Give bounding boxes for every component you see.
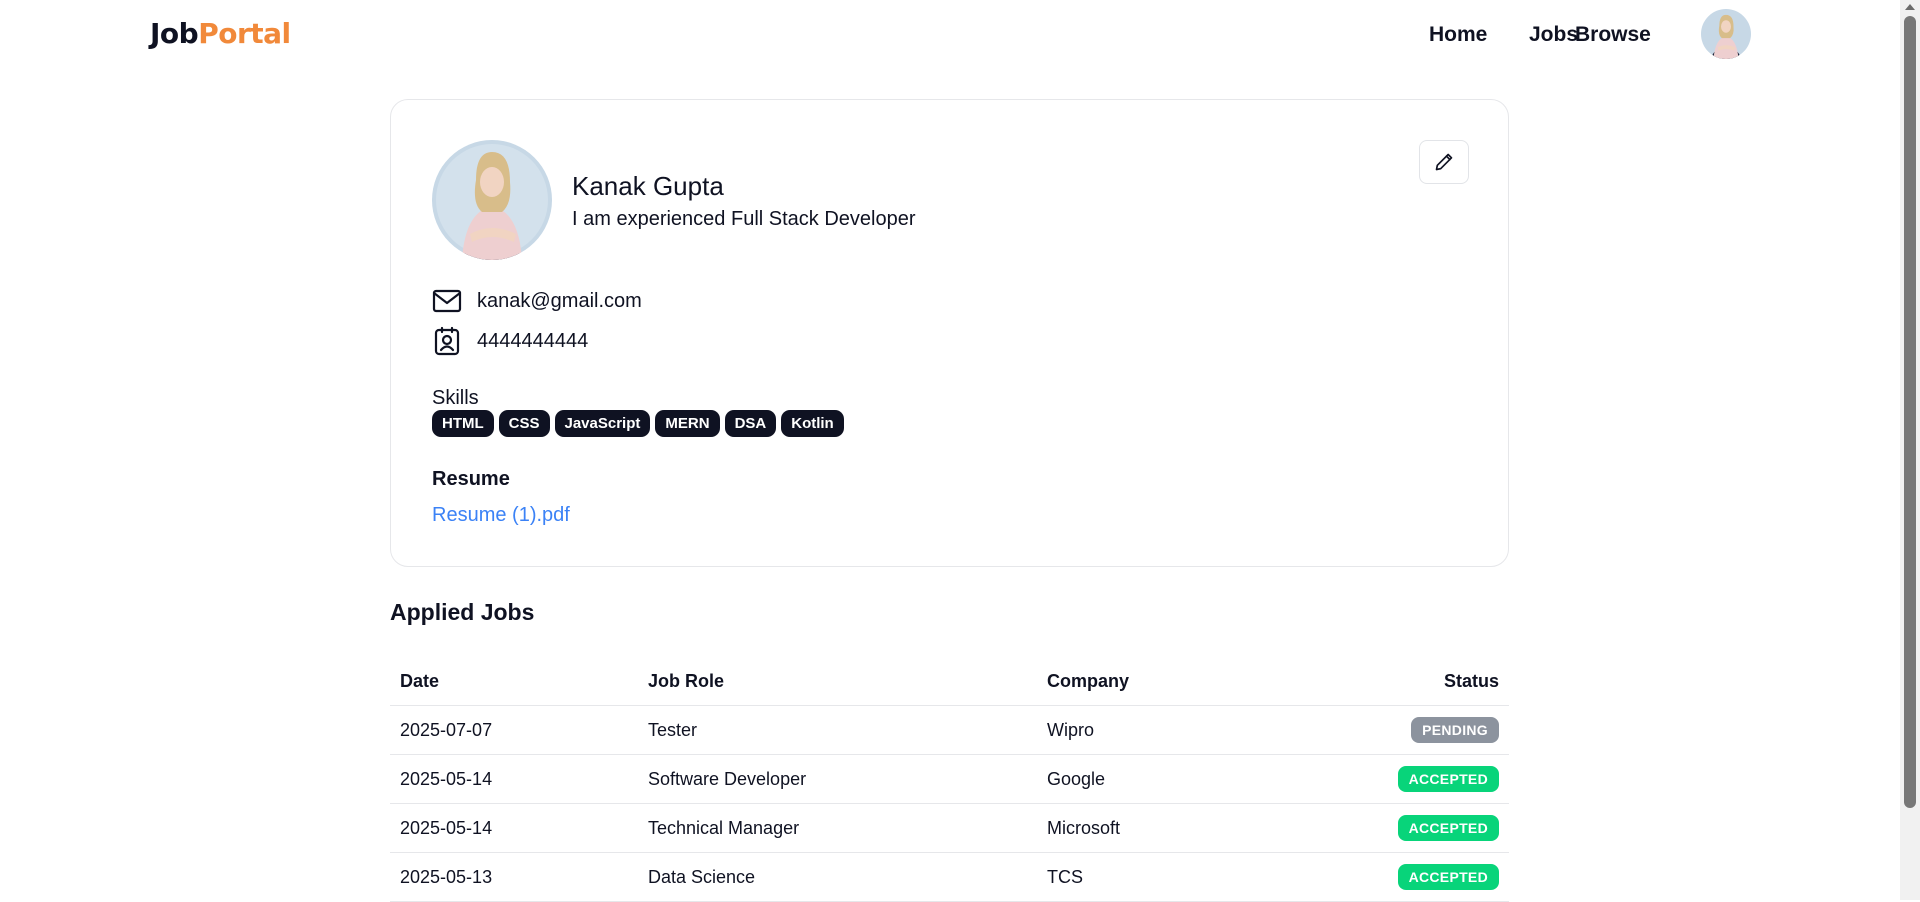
logo-text-job: Job xyxy=(150,17,199,50)
email-row: kanak@gmail.com xyxy=(432,286,642,316)
cell-job-role: Data Science xyxy=(648,867,756,887)
cell-company: Wipro xyxy=(1047,720,1095,740)
table-row: 2025-05-13 Data Science TCS ACCEPTED xyxy=(390,853,1509,902)
table-header-row: Date Job Role Company Status xyxy=(390,661,1509,706)
logo[interactable]: JobPortal xyxy=(150,16,291,52)
profile-bio: I am experienced Full Stack Developer xyxy=(572,208,916,230)
status-badge: PENDING xyxy=(1411,717,1499,743)
navbar: JobPortal Home Jobs Browse xyxy=(0,0,1900,70)
resume-label: Resume xyxy=(432,468,510,490)
skill-badge: HTML xyxy=(432,410,494,437)
profile-card: Kanak Gupta I am experienced Full Stack … xyxy=(390,99,1509,567)
table-row: 2025-05-14 Software Developer Google ACC… xyxy=(390,755,1509,804)
applied-jobs-table: Date Job Role Company Status 2025-07-07 … xyxy=(390,661,1509,902)
table-row: 2025-07-07 Tester Wipro PENDING xyxy=(390,706,1509,755)
skills-list: HTML CSS JavaScript MERN DSA Kotlin xyxy=(432,410,849,437)
column-header-company: Company xyxy=(1047,671,1130,691)
resume-link[interactable]: Resume (1).pdf xyxy=(432,502,570,528)
cell-company: Google xyxy=(1047,769,1106,789)
cell-date: 2025-05-13 xyxy=(400,867,493,887)
avatar-photo xyxy=(1701,9,1751,59)
scrollbar-thumb[interactable] xyxy=(1904,16,1916,808)
column-header-date: Date xyxy=(400,671,440,691)
nav-link-browse[interactable]: Browse xyxy=(1575,21,1651,49)
user-avatar-button[interactable] xyxy=(1701,9,1751,59)
cell-job-role: Tester xyxy=(648,720,698,740)
skill-badge: MERN xyxy=(655,410,720,437)
pencil-icon xyxy=(1435,153,1453,171)
skill-badge: JavaScript xyxy=(554,410,651,437)
nav-link-home[interactable]: Home xyxy=(1429,21,1487,49)
cell-company: Microsoft xyxy=(1047,818,1121,838)
cell-date: 2025-07-07 xyxy=(400,720,493,740)
skills-label: Skills xyxy=(432,387,479,409)
avatar-photo xyxy=(432,140,552,260)
phone-row: 4444444444 xyxy=(432,326,588,356)
email-value: kanak@gmail.com xyxy=(477,290,642,312)
status-badge: ACCEPTED xyxy=(1397,815,1499,841)
page-scrollbar[interactable] xyxy=(1900,0,1920,900)
cell-job-role: Technical Manager xyxy=(648,818,800,838)
skill-badge: Kotlin xyxy=(781,410,844,437)
logo-text-portal: Portal xyxy=(198,17,291,50)
status-badge: ACCEPTED xyxy=(1397,864,1499,890)
cell-company: TCS xyxy=(1047,867,1083,887)
table-row: 2025-05-14 Technical Manager Microsoft A… xyxy=(390,804,1509,853)
skill-badge: CSS xyxy=(498,410,550,437)
cell-date: 2025-05-14 xyxy=(400,818,493,838)
column-header-status: Status xyxy=(1443,671,1499,691)
cell-job-role: Software Developer xyxy=(648,769,807,789)
profile-avatar xyxy=(432,140,552,260)
nav-link-jobs[interactable]: Jobs xyxy=(1529,21,1578,49)
edit-profile-button[interactable] xyxy=(1419,140,1469,184)
mail-icon xyxy=(432,286,462,316)
cell-date: 2025-05-14 xyxy=(400,769,493,789)
applied-jobs-title: Applied Jobs xyxy=(390,599,535,625)
contact-card-icon xyxy=(432,326,462,356)
status-badge: ACCEPTED xyxy=(1397,766,1499,792)
column-header-job-role: Job Role xyxy=(648,671,725,691)
profile-name: Kanak Gupta xyxy=(572,171,724,201)
skill-badge: DSA xyxy=(724,410,777,437)
phone-value: 4444444444 xyxy=(477,330,589,352)
scroll-up-arrow-icon[interactable] xyxy=(1905,4,1915,10)
